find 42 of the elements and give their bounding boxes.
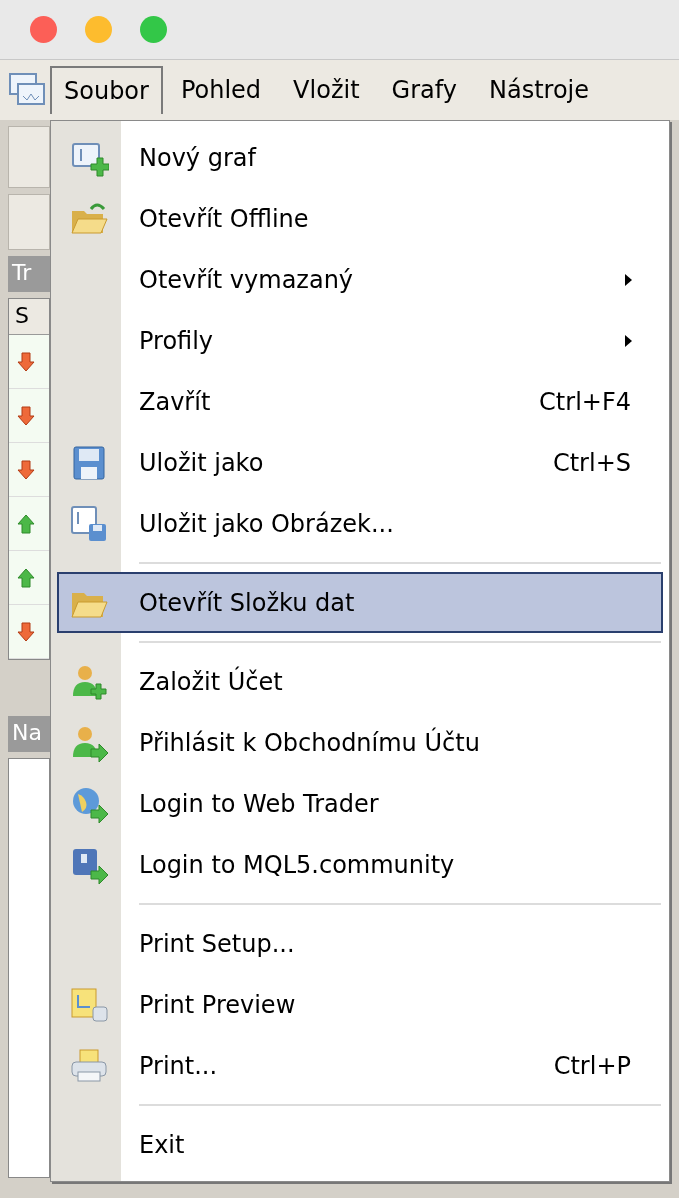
menu-item[interactable]: Login to Web Trader xyxy=(57,773,663,834)
minimize-button[interactable] xyxy=(85,16,112,43)
menu-bar-item[interactable]: Nástroje xyxy=(474,66,603,114)
chart-window-icon xyxy=(8,72,46,108)
menu-item[interactable]: Přihlásit k Obchodnímu Účtu xyxy=(57,712,663,773)
menu-bar-item[interactable]: Vložit xyxy=(279,66,374,114)
menu-item[interactable]: Print Preview xyxy=(57,974,663,1035)
chart-floppy-icon xyxy=(69,503,109,544)
toolbar xyxy=(8,126,50,188)
submenu-arrow-icon xyxy=(623,272,633,287)
arrow-down-icon xyxy=(17,351,35,372)
menu-item[interactable]: Print... Ctrl+P xyxy=(57,1035,663,1096)
menu-item[interactable]: Otevřít Offline xyxy=(57,188,663,249)
column-header: S xyxy=(9,299,49,335)
zoom-button[interactable] xyxy=(140,16,167,43)
menu-item[interactable]: Založit Účet xyxy=(57,651,663,712)
menu-item[interactable]: Uložit jako Ctrl+S xyxy=(57,432,663,493)
menu-item[interactable]: Otevřít Složku dat xyxy=(57,572,663,633)
menu-item[interactable]: Uložit jako Obrázek... xyxy=(57,493,663,554)
shortcut-label: Ctrl+S xyxy=(552,447,631,479)
arrow-down-icon xyxy=(17,405,35,426)
menu-item[interactable]: Login to MQL5.community xyxy=(57,834,663,895)
arrow-up-icon xyxy=(17,513,35,534)
menu-item[interactable]: Otevřít vymazaný xyxy=(57,249,663,310)
menu-bar-item[interactable]: Pohled xyxy=(166,66,276,114)
menu-bar-item[interactable]: Grafy xyxy=(377,66,471,114)
menu-item[interactable]: Print Setup... xyxy=(57,913,663,974)
arrow-up-icon xyxy=(17,567,35,588)
toolbar xyxy=(8,194,50,250)
panel-title: Na xyxy=(8,716,50,752)
menu-item[interactable]: Nový graf xyxy=(57,127,663,188)
arrow-down-icon xyxy=(17,459,35,480)
menu-item[interactable]: Profily xyxy=(57,310,663,371)
arrow-down-icon xyxy=(17,621,35,642)
submenu-arrow-icon xyxy=(623,333,633,348)
panel-title: Tr xyxy=(8,256,50,292)
close-button[interactable] xyxy=(30,16,57,43)
menu-item[interactable]: Zavřít Ctrl+F4 xyxy=(57,371,663,432)
shortcut-label: Ctrl+F4 xyxy=(539,386,631,418)
shortcut-label: Ctrl+P xyxy=(553,1050,631,1082)
menu-bar-item[interactable]: Soubor xyxy=(50,66,163,114)
menu-item[interactable]: Exit xyxy=(57,1114,663,1175)
